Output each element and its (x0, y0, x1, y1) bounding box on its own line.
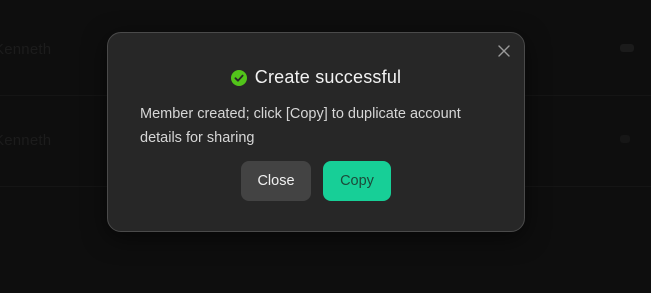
close-button[interactable]: Close (241, 161, 311, 201)
success-dialog: Create successful Member created; click … (107, 32, 525, 232)
check-circle-icon (230, 69, 247, 86)
copy-button[interactable]: Copy (323, 161, 391, 201)
background-badge (620, 44, 634, 52)
close-icon[interactable] (497, 44, 511, 58)
background-row-text: Kenneth (0, 41, 52, 58)
dialog-message: Member created; click [Copy] to duplicat… (140, 106, 461, 146)
background-badge (620, 135, 630, 143)
dialog-header: Create successful (108, 67, 524, 88)
dialog-title: Create successful (254, 67, 402, 87)
dialog-actions: Close Copy (108, 161, 524, 201)
background-row-text: Kenneth (0, 132, 52, 149)
